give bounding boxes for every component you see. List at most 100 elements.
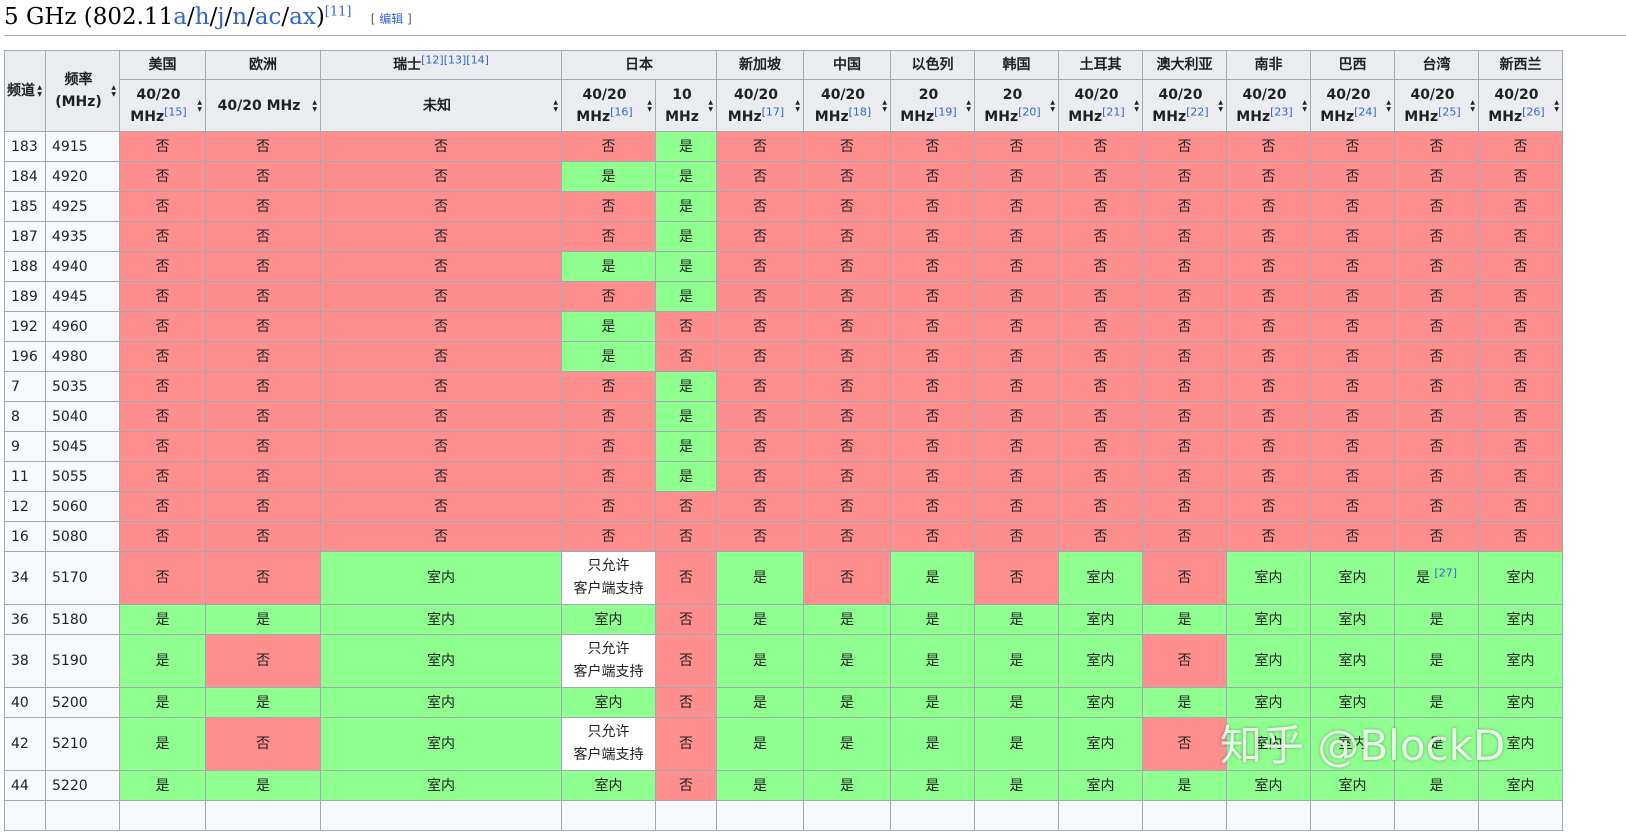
bandwidth-reference[interactable]: [22] <box>1186 105 1209 118</box>
link-802-11a[interactable]: a <box>173 4 187 30</box>
column-bandwidth[interactable]: 40/20 MHz[22] <box>1142 79 1227 132</box>
status-cell: 否 <box>561 191 656 222</box>
status-cell: 否 <box>1394 251 1479 282</box>
bandwidth-reference[interactable]: [23] <box>1270 105 1293 118</box>
status-cell: 否 <box>1310 461 1395 492</box>
bandwidth-reference[interactable]: [16] <box>610 105 633 118</box>
status-cell: 否 <box>655 551 717 605</box>
status-cell: 是 <box>561 161 656 192</box>
channel-cell: 42 <box>4 717 46 771</box>
frequency-cell: 4915 <box>45 131 120 162</box>
channel-cell: 44 <box>4 770 46 801</box>
column-bandwidth[interactable]: 40/20 MHz[17] <box>716 79 804 132</box>
column-frequency[interactable]: 频率 (MHz) <box>45 50 120 132</box>
status-cell: 室内 <box>320 687 562 718</box>
link-802-11j[interactable]: j <box>217 4 224 30</box>
status-cell: 室内 <box>1058 551 1143 605</box>
link-802-11ax[interactable]: ax <box>289 4 316 30</box>
column-bandwidth[interactable]: 40/20 MHz[23] <box>1226 79 1311 132</box>
status-cell: 室内 <box>1478 604 1563 635</box>
status-cell: 否 <box>561 491 656 522</box>
status-cell: 否 <box>1478 281 1563 312</box>
status-cell: 室内 <box>1226 634 1311 688</box>
status-cell: 否 <box>655 770 717 801</box>
status-cell: 室内 <box>561 604 656 635</box>
status-cell: 否 <box>1058 281 1143 312</box>
edit-link[interactable]: 编辑 <box>379 12 403 26</box>
table-row: 7 5035 否否否否是否否否否否否否否否否 <box>4 371 1563 402</box>
status-reference[interactable]: [27] <box>1434 566 1457 579</box>
status-cell: 否 <box>1058 491 1143 522</box>
table-row: 36 5180 是是室内 室内否是是是是室内是室内 室内是室内 <box>4 604 1563 635</box>
column-bandwidth[interactable]: 20 MHz[19] <box>890 79 975 132</box>
status-cell: 是 <box>1142 604 1227 635</box>
column-bandwidth[interactable]: 40/20 MHz[21] <box>1058 79 1143 132</box>
status-cell: 否 <box>716 161 804 192</box>
column-bandwidth[interactable]: 40/20 MHz <box>205 79 321 132</box>
status-cell: 室内 <box>1058 634 1143 688</box>
status-cell: 是 <box>803 770 891 801</box>
region-label: 以色列 <box>911 57 954 74</box>
status-cell: 否 <box>1394 491 1479 522</box>
status-cell: 否 <box>1226 521 1311 552</box>
column-bandwidth[interactable]: 10 MHz <box>655 79 717 132</box>
column-bandwidth[interactable]: 20 MHz[20] <box>974 79 1059 132</box>
bandwidth-reference[interactable]: [15] <box>164 105 187 118</box>
channel-cell: 11 <box>4 461 46 492</box>
status-cell: 否 <box>890 431 975 462</box>
table-row: 9 5045 否否否否是否否否否否否否否否否 <box>4 431 1563 462</box>
status-cell: 是 [27] <box>1394 551 1479 605</box>
status-cell: 否 <box>655 311 717 342</box>
column-bandwidth[interactable]: 40/20 MHz[24] <box>1310 79 1395 132</box>
bandwidth-reference[interactable]: [26] <box>1522 105 1545 118</box>
bandwidth-reference[interactable]: [24] <box>1354 105 1377 118</box>
frequency-cell: 5190 <box>45 634 120 688</box>
status-cell: 是 <box>655 461 717 492</box>
title-reference[interactable]: [11] <box>325 4 352 19</box>
status-cell: 否 <box>1310 341 1395 372</box>
status-cell: 是 <box>1394 604 1479 635</box>
status-cell: 否 <box>716 491 804 522</box>
bandwidth-reference[interactable]: [21] <box>1102 105 1125 118</box>
link-802-11n[interactable]: n <box>232 4 247 30</box>
channel-table: 频道频率 (MHz) 美国 欧洲 瑞士[12][13][14] 日本 新加坡 中国 以色列 韩国… <box>4 49 1563 831</box>
status-cell: 否 <box>803 311 891 342</box>
bandwidth-label: 20 MHz <box>900 86 939 125</box>
column-bandwidth[interactable]: 40/20 MHz[15] <box>119 79 206 132</box>
region-label: 瑞士 <box>393 57 422 74</box>
bandwidth-reference[interactable]: [20] <box>1018 105 1041 118</box>
column-channel[interactable]: 频道 <box>4 50 46 132</box>
status-cell: 否 <box>1310 281 1395 312</box>
frequency-cell: 5060 <box>45 491 120 522</box>
table-row: 44 5220 是是室内 室内否是是是是室内是室内 室内是室内 <box>4 770 1563 801</box>
region-reference[interactable]: [12][13][14] <box>421 54 489 67</box>
bandwidth-reference[interactable]: [25] <box>1438 105 1461 118</box>
column-bandwidth[interactable]: 40/20 MHz[25] <box>1394 79 1479 132</box>
status-cell: 否 <box>1226 311 1311 342</box>
status-cell: 否 <box>320 191 562 222</box>
bandwidth-reference[interactable]: [17] <box>762 105 785 118</box>
frequency-cell: 5080 <box>45 521 120 552</box>
status-cell: 否 <box>119 341 206 372</box>
status-cell: 否 <box>320 491 562 522</box>
frequency-cell: 4980 <box>45 341 120 372</box>
status-cell: 否 <box>205 551 321 605</box>
status-cell <box>1058 800 1143 831</box>
column-bandwidth[interactable]: 40/20 MHz[18] <box>803 79 891 132</box>
bandwidth-reference[interactable]: [19] <box>934 105 957 118</box>
status-cell: 否 <box>1226 161 1311 192</box>
status-cell: 否 <box>890 521 975 552</box>
status-cell: 否 <box>119 311 206 342</box>
column-bandwidth[interactable]: 40/20 MHz[26] <box>1478 79 1563 132</box>
table-row: 184 4920 否否否是是否否否否否否否否否否 <box>4 161 1563 192</box>
link-802-11h[interactable]: h <box>195 4 210 30</box>
status-cell <box>119 800 206 831</box>
status-cell: 否 <box>320 311 562 342</box>
status-cell: 否 <box>803 281 891 312</box>
status-cell: 否 <box>205 491 321 522</box>
bandwidth-reference[interactable]: [18] <box>849 105 872 118</box>
column-bandwidth[interactable]: 未知 <box>320 79 562 132</box>
link-802-11ac[interactable]: ac <box>255 4 282 30</box>
table-row: 34 5170 否否室内 只允许 客户端支持否是否是否室内否室内 室内是 [27] 室内 <box>4 551 1563 605</box>
column-bandwidth[interactable]: 40/20 MHz[16] <box>561 79 656 132</box>
